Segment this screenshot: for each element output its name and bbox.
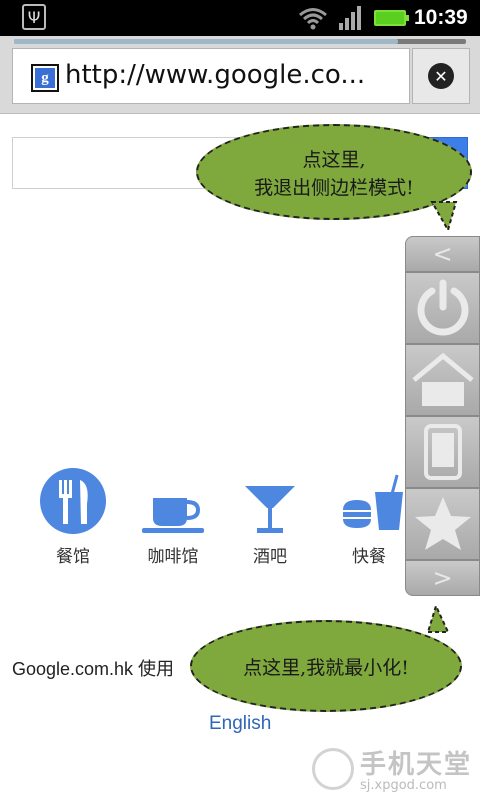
- watermark-url: sj.xpgod.com: [360, 778, 447, 793]
- watermark-title: 手机天堂: [360, 750, 473, 780]
- url-text: http://www.google.co...: [65, 60, 366, 90]
- callout-line: 我退出侧边栏模式!: [254, 177, 414, 199]
- category-label: 酒吧: [253, 547, 287, 567]
- star-icon: [414, 497, 471, 550]
- sidebar-panel: < >: [405, 236, 480, 598]
- url-field[interactable]: g http://www.google.co...: [12, 48, 410, 104]
- category-label: 咖啡馆: [147, 547, 199, 567]
- power-icon: [417, 279, 468, 336]
- fork-knife-icon: [40, 468, 106, 534]
- sidebar-exit-button[interactable]: <: [405, 236, 480, 272]
- category-fast-food[interactable]: 快餐: [324, 470, 414, 567]
- watermark-logo-icon: [312, 748, 354, 790]
- sidebar-power-button[interactable]: [405, 272, 480, 344]
- category-cafes[interactable]: 咖啡馆: [128, 470, 218, 567]
- stop-loading-button[interactable]: ✕: [412, 48, 470, 104]
- home-icon: [411, 352, 474, 406]
- signal-icon: [339, 6, 361, 30]
- sidebar-favorites-button[interactable]: [405, 488, 480, 560]
- cocktail-glass-icon: [245, 486, 295, 533]
- chevron-right-icon: >: [432, 564, 453, 592]
- english-link[interactable]: English: [209, 713, 271, 735]
- category-restaurants[interactable]: 餐馆: [28, 468, 118, 567]
- status-bar: Ψ 10:39: [0, 0, 480, 36]
- wifi-icon: [299, 8, 327, 30]
- browser-toolbar: g http://www.google.co... ✕: [0, 36, 480, 114]
- sidebar-minimize-button[interactable]: >: [405, 560, 480, 596]
- phone-icon: [423, 424, 462, 480]
- status-time: 10:39: [414, 6, 468, 29]
- watermark: 手机天堂 sj.xpgod.com: [312, 746, 480, 798]
- coffee-cup-icon: [142, 498, 204, 533]
- sidebar-device-button[interactable]: [405, 416, 480, 488]
- fast-food-icon: [343, 474, 403, 530]
- footer-text: Google.com.hk 使用: [12, 659, 175, 679]
- sidebar-home-button[interactable]: [405, 344, 480, 416]
- close-icon: ✕: [428, 63, 454, 89]
- usb-icon: Ψ: [22, 4, 46, 30]
- category-bars[interactable]: 酒吧: [225, 470, 315, 567]
- load-progress-fill: [14, 39, 399, 44]
- category-label: 餐馆: [56, 547, 90, 567]
- chevron-left-icon: <: [432, 240, 453, 268]
- category-label: 快餐: [352, 547, 386, 567]
- favicon-icon: g: [31, 64, 59, 92]
- callout-pointer: [430, 201, 458, 232]
- load-progress-bar: [14, 39, 466, 44]
- battery-icon: [374, 10, 409, 26]
- callout-line: 点这里,我就最小化!: [243, 656, 409, 679]
- callout-pointer: [426, 604, 450, 633]
- callout-line: 点这里,: [302, 149, 366, 171]
